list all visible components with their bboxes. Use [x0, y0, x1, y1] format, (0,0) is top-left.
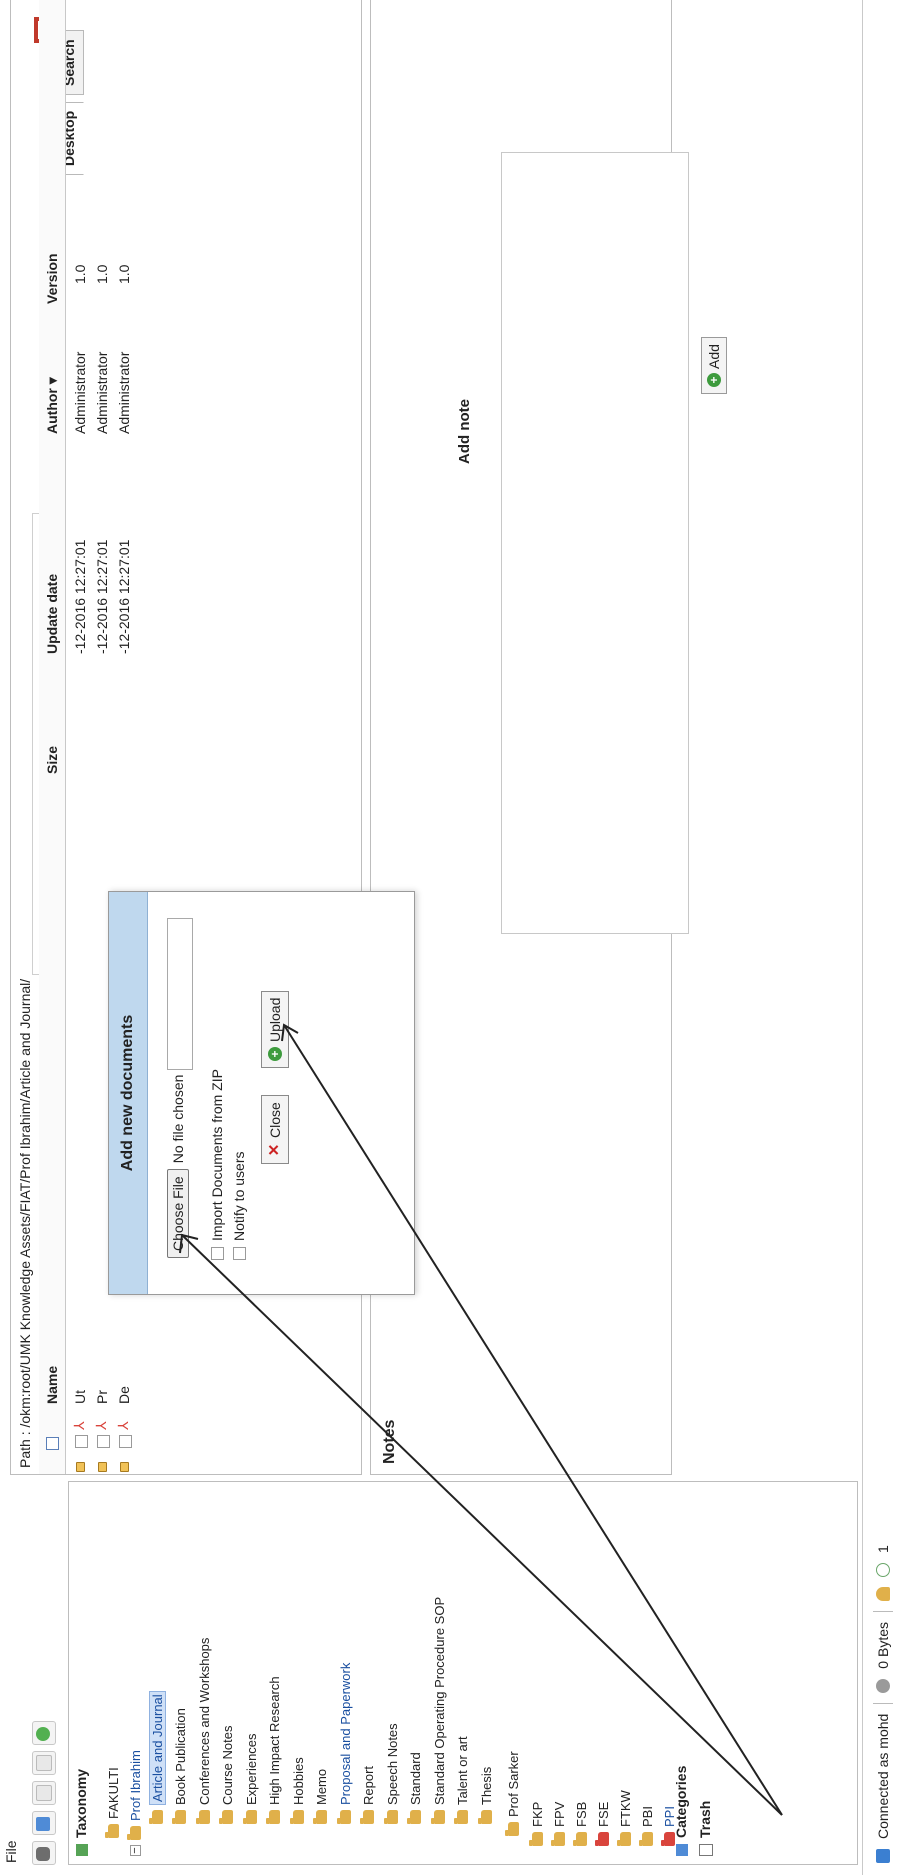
status-bar: Connected as mohd 0 Bytes 1: [862, 0, 903, 1875]
app-window: File Desktop Search Taxonomy FAKULTI − P…: [0, 0, 908, 1875]
connected-status: Connected as mohd: [875, 1713, 891, 1839]
disk-icon: [876, 1678, 890, 1693]
divider: [873, 1702, 893, 1704]
connection-icon: [876, 1849, 890, 1863]
arrow-to-upload: [283, 1024, 783, 1816]
chat-icon[interactable]: [876, 1562, 890, 1577]
divider: [873, 1610, 893, 1612]
arrow-to-choose-file: [181, 1234, 783, 1816]
chat-count: 1: [875, 1545, 891, 1553]
user-icon: [876, 1586, 890, 1601]
annotation-arrows: [179, 1023, 783, 1816]
storage-used: 0 Bytes: [875, 1621, 891, 1669]
arrowhead-choose-file: [179, 1233, 199, 1254]
